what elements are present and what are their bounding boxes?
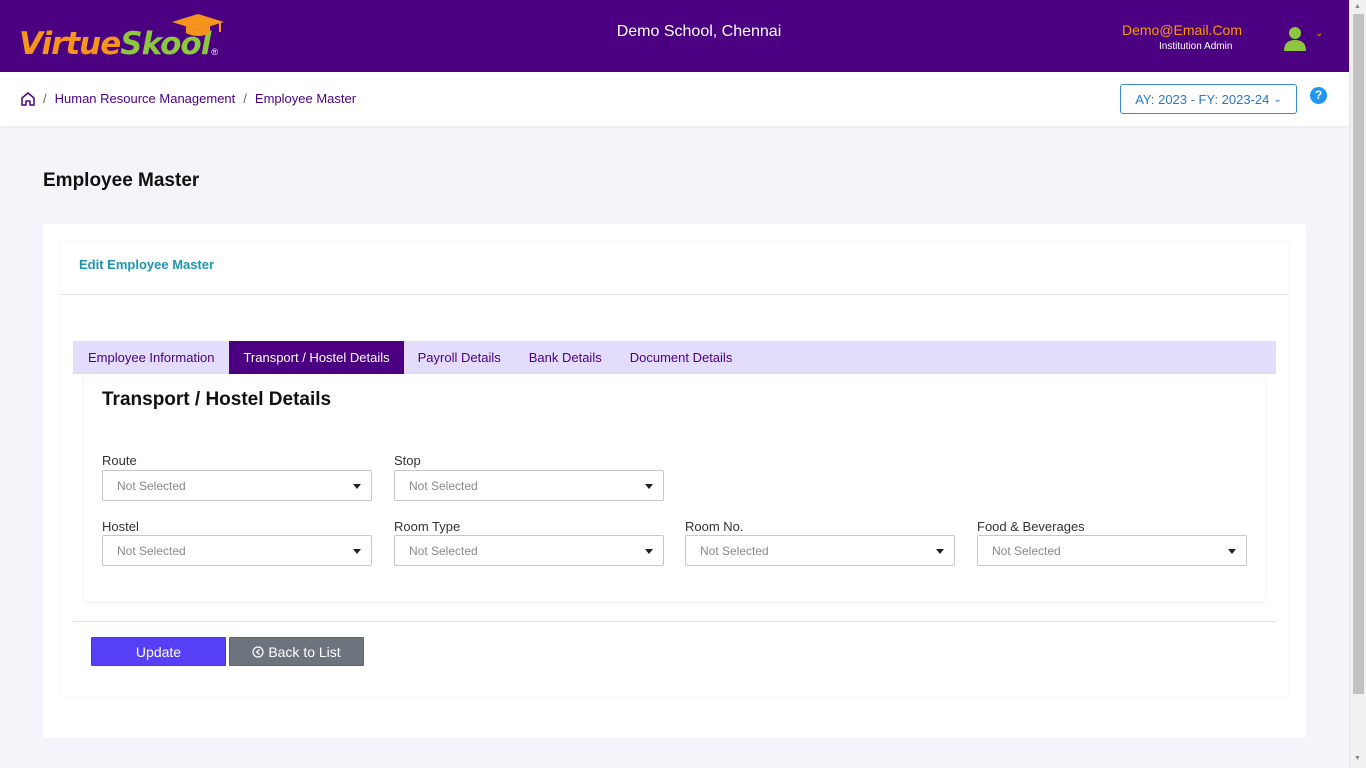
room-type-value: Not Selected	[409, 543, 478, 558]
card-title: Edit Employee Master	[79, 257, 215, 272]
breadcrumb-separator: /	[243, 91, 247, 106]
room-type-select[interactable]: Not Selected	[394, 535, 664, 566]
caret-down-icon	[353, 484, 361, 489]
stop-select[interactable]: Not Selected	[394, 470, 664, 501]
caret-down-icon	[936, 549, 944, 554]
scroll-down-arrow-icon[interactable]: ▼	[1354, 755, 1361, 762]
tab-payroll-details[interactable]: Payroll Details	[404, 341, 515, 374]
tab-bank-details[interactable]: Bank Details	[515, 341, 616, 374]
breadcrumb-separator: /	[43, 91, 47, 106]
user-menu-chevron-icon[interactable]: ⌄	[1315, 28, 1323, 39]
breadcrumb: / Human Resource Management / Employee M…	[43, 91, 356, 106]
back-to-list-label: Back to List	[268, 643, 341, 660]
route-value: Not Selected	[117, 478, 186, 493]
user-role: Institution Admin	[1159, 41, 1233, 52]
tab-document-details[interactable]: Document Details	[616, 341, 747, 374]
update-button[interactable]: Update	[91, 637, 226, 666]
panel-title: Transport / Hostel Details	[102, 389, 332, 410]
home-icon[interactable]	[20, 91, 36, 107]
chevron-down-icon: ⌄	[1273, 93, 1282, 105]
page-title: Employee Master	[43, 170, 200, 191]
breadcrumb-bar: / Human Resource Management / Employee M…	[0, 72, 1349, 126]
room-type-label: Room Type	[394, 519, 461, 534]
hostel-label: Hostel	[102, 519, 139, 534]
route-label: Route	[102, 453, 137, 468]
room-no-select[interactable]: Not Selected	[685, 535, 955, 566]
divider	[73, 621, 1276, 622]
hostel-value: Not Selected	[117, 543, 186, 558]
food-beverages-select[interactable]: Not Selected	[977, 535, 1247, 566]
stop-value: Not Selected	[409, 478, 478, 493]
breadcrumb-employee-master: Employee Master	[254, 91, 357, 106]
room-no-value: Not Selected	[700, 543, 769, 558]
top-header: VirtueSkool ® Demo School, Chennai Demo@…	[0, 0, 1349, 72]
breadcrumb-human-resource-management[interactable]: Human Resource Management	[55, 91, 236, 106]
caret-down-icon	[353, 549, 361, 554]
divider	[61, 294, 1288, 295]
tab-employee-information[interactable]: Employee Information	[73, 341, 229, 374]
caret-down-icon	[645, 484, 653, 489]
food-beverages-value: Not Selected	[992, 543, 1061, 558]
academic-year-label: AY: 2023 - FY: 2023-24	[1135, 91, 1270, 107]
caret-down-icon	[1228, 549, 1236, 554]
academic-year-select[interactable]: AY: 2023 - FY: 2023-24 ⌄	[1120, 84, 1297, 114]
caret-down-icon	[645, 549, 653, 554]
scroll-up-arrow-icon[interactable]: ▲	[1354, 3, 1361, 10]
scrollbar-thumb[interactable]	[1353, 14, 1364, 694]
hostel-select[interactable]: Not Selected	[102, 535, 372, 566]
route-select[interactable]: Not Selected	[102, 470, 372, 501]
logo-registered-mark: ®	[211, 47, 218, 57]
form-tabs: Employee Information Transport / Hostel …	[73, 341, 1276, 374]
back-to-list-button[interactable]: Back to List	[229, 637, 364, 666]
room-no-label: Room No.	[685, 519, 744, 534]
arrow-circle-left-icon	[252, 645, 264, 658]
help-icon[interactable]: ?	[1310, 87, 1327, 104]
tab-transport-hostel-details[interactable]: Transport / Hostel Details	[229, 341, 404, 374]
user-email[interactable]: Demo@Email.Com	[1122, 22, 1242, 38]
stop-label: Stop	[394, 453, 421, 468]
user-avatar-icon[interactable]	[1283, 26, 1307, 52]
food-beverages-label: Food & Beverages	[977, 519, 1085, 534]
page-scrollbar[interactable]: ▲ ▼	[1349, 0, 1366, 768]
